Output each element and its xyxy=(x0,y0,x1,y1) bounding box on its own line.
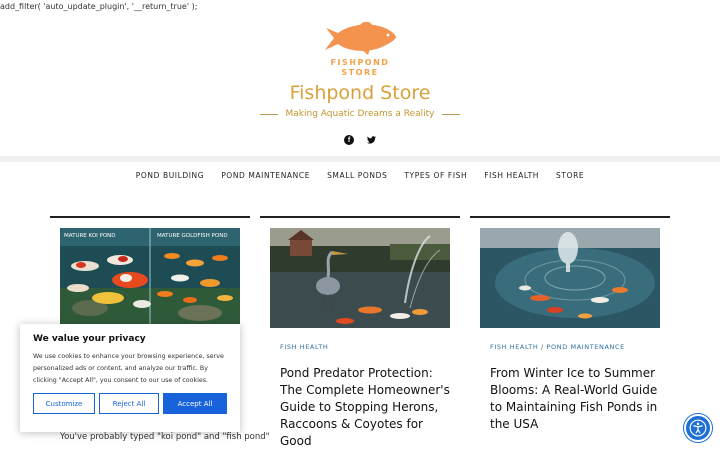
twitter-icon[interactable] xyxy=(366,135,376,145)
post-categories: FISH HEALTH / POND MAINTENANCE xyxy=(490,343,670,351)
tagline-divider-right xyxy=(442,113,461,115)
post-thumbnail[interactable] xyxy=(480,228,660,328)
customize-button[interactable]: Customize xyxy=(33,393,95,414)
image-label-koi: MATURE KOI POND xyxy=(64,233,116,239)
nav-item-types-of-fish[interactable]: TYPES OF FISH xyxy=(404,171,467,180)
logo-wordmark: FISHPOND STORE xyxy=(330,58,390,77)
post-title[interactable]: Pond Predator Protection: The Complete H… xyxy=(280,365,450,450)
post-category: FISH HEALTH xyxy=(280,343,460,351)
accessibility-icon[interactable] xyxy=(684,414,712,442)
site-title[interactable]: Fishpond Store xyxy=(200,82,520,104)
nav-item-small-ponds[interactable]: SMALL PONDS xyxy=(327,171,387,180)
category-link-fish-health[interactable]: FISH HEALTH xyxy=(490,343,538,351)
cookie-consent-banner: We value your privacy We use cookies to … xyxy=(20,324,240,432)
nav-item-pond-building[interactable]: POND BUILDING xyxy=(136,171,204,180)
cookie-message: We use cookies to enhance your browsing … xyxy=(33,353,224,384)
post-thumbnail[interactable] xyxy=(270,228,450,328)
image-label-goldfish: MATURE GOLDFISH POND xyxy=(157,233,228,239)
site-tagline: Making Aquatic Dreams a Reality xyxy=(285,109,435,119)
cookie-buttons: Customize Reject All Accept All xyxy=(33,393,227,414)
nav-item-pond-maintenance[interactable]: POND MAINTENANCE xyxy=(221,171,310,180)
category-link-pond-maintenance[interactable]: POND MAINTENANCE xyxy=(547,343,625,351)
category-separator: / xyxy=(541,343,544,351)
reject-all-button[interactable]: Reject All xyxy=(99,393,159,414)
accept-all-button[interactable]: Accept All xyxy=(163,393,227,414)
nav-item-fish-health[interactable]: FISH HEALTH xyxy=(484,171,539,180)
category-link-fish-health[interactable]: FISH HEALTH xyxy=(280,343,328,351)
facebook-icon[interactable]: f xyxy=(344,135,354,145)
site-header: FISHPOND STORE Fishpond Store Making Aqu… xyxy=(0,0,720,160)
social-links: f xyxy=(330,135,390,145)
card-top-border xyxy=(260,216,460,218)
fish-logo-icon[interactable] xyxy=(320,22,400,56)
post-card-winter-to-summer: FISH HEALTH / POND MAINTENANCE From Wint… xyxy=(470,216,670,433)
cookie-heading: We value your privacy xyxy=(33,334,146,344)
nav-item-store[interactable]: STORE xyxy=(556,171,584,180)
post-card-koi-vs-goldfish: MATURE KOI POND MATURE GOLDFISH POND xyxy=(50,216,250,328)
post-excerpt: You've probably typed "koi pond" and "fi… xyxy=(60,432,270,442)
tagline-row: Making Aquatic Dreams a Reality xyxy=(200,109,520,119)
header-divider xyxy=(0,156,720,162)
post-title[interactable]: From Winter Ice to Summer Blooms: A Real… xyxy=(490,365,660,433)
card-top-border xyxy=(50,216,250,218)
post-card-predator-protection: FISH HEALTH Pond Predator Protection: Th… xyxy=(260,216,460,450)
post-thumbnail[interactable]: MATURE KOI POND MATURE GOLDFISH POND xyxy=(60,228,240,328)
main-navigation: POND BUILDING POND MAINTENANCE SMALL PON… xyxy=(0,171,720,180)
card-top-border xyxy=(470,216,670,218)
tagline-divider-left xyxy=(259,113,278,115)
